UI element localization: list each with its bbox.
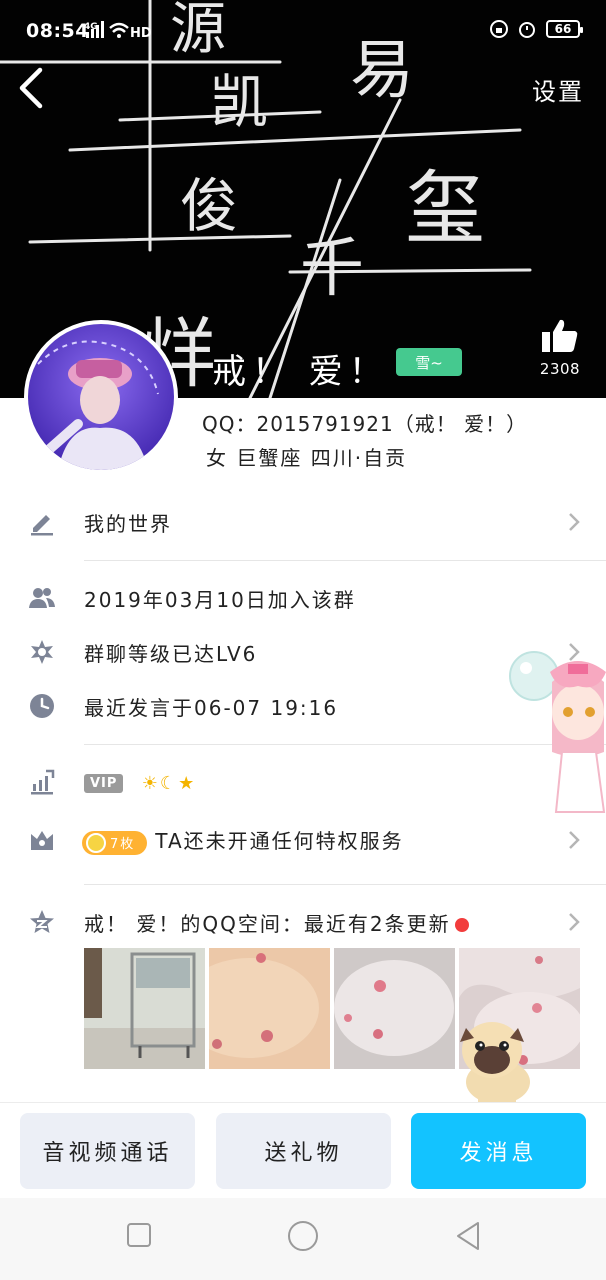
status-bar: 08:54 4G HD 66 <box>0 0 606 60</box>
last-message-label: 最近发言于06-07 19:16 <box>84 695 339 720</box>
qzone-photo[interactable] <box>84 948 205 1069</box>
qzone-photo[interactable] <box>334 948 455 1069</box>
vip-level-icons: ☀☾★ <box>141 773 197 794</box>
join-date-row: 2019年03月10日加入该群 <box>0 568 606 628</box>
status-right-icons: 66 <box>490 20 583 38</box>
unread-dot <box>454 918 469 932</box>
back-button[interactable] <box>14 64 50 110</box>
send-gift-button[interactable]: 送礼物 <box>216 1113 391 1189</box>
privilege-content: 7枚 TA还未开通任何特权服务 <box>82 825 404 855</box>
group-tag-badge: 雪~ <box>396 348 462 376</box>
svg-text:4G: 4G <box>84 22 98 32</box>
pencil-icon <box>31 515 53 536</box>
vip-content: VIP ☀☾★ <box>84 770 196 794</box>
signal-icon: 4G HD <box>84 20 152 43</box>
gender-zodiac-location: 女 巨蟹座 四川·自贡 <box>206 446 408 470</box>
settings-button[interactable]: 设置 <box>532 72 584 107</box>
chevron-right-icon <box>569 513 580 531</box>
avatar-image <box>28 324 174 470</box>
qzone-star-icon <box>30 910 54 933</box>
coin-icon <box>86 832 106 853</box>
lock-icon <box>490 20 508 38</box>
qzone-label: 戒！ 爱！的QQ空间：最近有2条更新 <box>84 911 451 936</box>
coin-badge: 7枚 <box>82 830 148 855</box>
star-badge-icon <box>31 640 53 664</box>
bg-char-5: 玺 <box>405 162 485 255</box>
video-call-button[interactable]: 音视频通话 <box>20 1113 195 1189</box>
vip-badge: VIP <box>84 774 124 793</box>
like-count: 2308 <box>539 360 581 378</box>
rank-chart-icon <box>31 769 55 795</box>
divider <box>84 884 606 885</box>
back-arrow-icon <box>19 67 43 109</box>
qzone-photo[interactable] <box>209 948 330 1069</box>
action-bar: 音视频通话 送礼物 发消息 <box>0 1102 606 1198</box>
chevron-right-icon <box>569 913 580 931</box>
system-nav-bar <box>0 1198 606 1280</box>
coin-count: 7枚 <box>110 837 136 853</box>
bg-char-6: 千 <box>300 232 364 306</box>
bg-char-2: 凯 <box>210 68 268 136</box>
crown-box-icon <box>31 831 53 850</box>
avatar[interactable] <box>24 320 178 474</box>
battery-icon: 66 <box>546 20 583 38</box>
privilege-label: TA还未开通任何特权服务 <box>155 829 404 854</box>
divider <box>84 560 606 561</box>
thumbs-up-icon <box>542 319 578 352</box>
bg-char-4: 俊 <box>180 172 238 240</box>
clock-icon <box>30 694 54 718</box>
qzone-row[interactable]: 戒！ 爱！的QQ空间：最近有2条更新 <box>0 892 606 952</box>
my-world-row[interactable]: 我的世界 <box>0 492 606 552</box>
qzone-content: 戒！ 爱！的QQ空间：最近有2条更新 <box>84 908 469 937</box>
my-world-label: 我的世界 <box>84 511 172 536</box>
level-label: 群聊等级已达LV6 <box>84 641 258 666</box>
anime-girl-sticker <box>509 651 606 813</box>
alarm-icon <box>519 22 535 38</box>
home-icon[interactable] <box>287 1220 319 1252</box>
send-message-button[interactable]: 发消息 <box>411 1113 586 1189</box>
qq-number-line: QQ：2015791921（戒！ 爱！） <box>202 412 528 436</box>
nickname: 戒！ 爱！ <box>212 352 389 392</box>
join-date-label: 2019年03月10日加入该群 <box>84 587 356 612</box>
like-button[interactable]: 2308 <box>538 318 582 378</box>
back-nav-icon[interactable] <box>454 1220 482 1252</box>
svg-text:HD: HD <box>130 26 152 40</box>
members-icon <box>29 588 55 608</box>
recent-apps-icon[interactable] <box>126 1222 152 1248</box>
pug-sticker <box>460 1022 530 1106</box>
status-time: 08:54 <box>26 20 89 42</box>
